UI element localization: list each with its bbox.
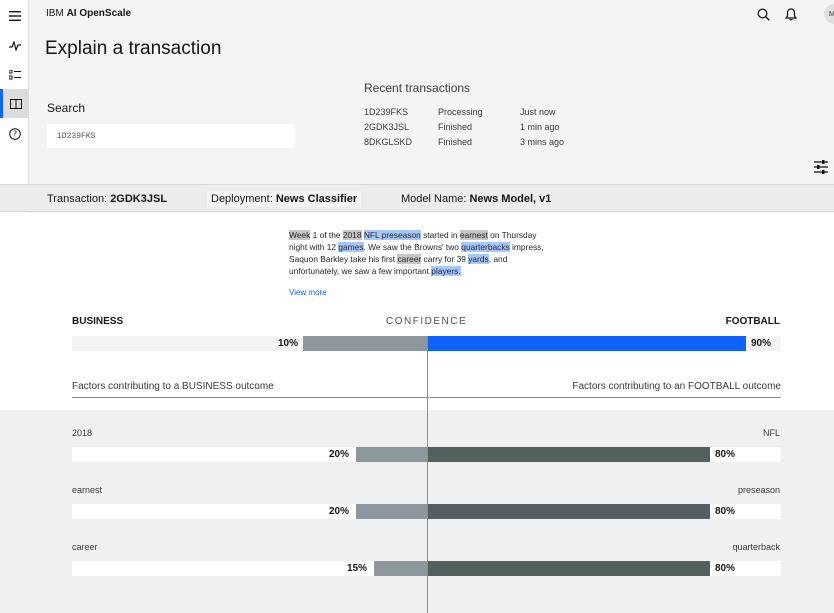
text-segment: carry for 39	[421, 254, 469, 264]
center-axis	[427, 336, 428, 613]
view-more-link[interactable]: View more	[289, 288, 327, 297]
text-segment: . We saw the Browns' two	[363, 242, 462, 252]
business-factor-value: 20%	[328, 506, 349, 517]
recent-row-time: Just now	[520, 107, 556, 117]
football-confidence-value: 90%	[751, 338, 772, 349]
football-factor-bar	[428, 447, 710, 462]
business-factor-label: career	[72, 542, 98, 552]
business-confidence-value: 10%	[277, 338, 298, 349]
highlighted-word[interactable]: earnest	[459, 230, 488, 240]
search-label: Search	[47, 101, 86, 115]
business-confidence-bar	[303, 336, 427, 351]
recent-row-status: Finished	[438, 122, 473, 132]
transaction-text: Week 1 of the 2018 NFL preseason started…	[289, 229, 549, 277]
transaction-info: Transaction: 2GDK3JSL	[47, 193, 168, 205]
business-factor-bar	[374, 561, 427, 576]
highlighted-word[interactable]: games	[338, 242, 364, 252]
football-factor-bar	[428, 504, 710, 519]
business-factor-label: earnest	[72, 485, 103, 495]
recent-row-time: 3 mins ago	[520, 137, 565, 147]
text-segment: started in	[420, 230, 460, 240]
recent-row-time: 1 min ago	[520, 122, 560, 132]
model-info: Model Name: News Model, v1	[401, 193, 552, 205]
business-factor-value: 15%	[346, 563, 367, 574]
football-factors-header: Factors contributing to an FOOTBALL outc…	[572, 381, 781, 392]
football-factor-value: 80%	[715, 449, 736, 460]
business-factor-bar	[356, 504, 427, 519]
business-factor-value: 20%	[328, 449, 349, 460]
football-confidence-bar	[428, 336, 746, 351]
avatar[interactable]: MF	[824, 4, 834, 24]
business-factor-bar	[356, 447, 427, 462]
business-factor-label: 2018	[72, 428, 93, 438]
recent-transactions-title: Recent transactions	[364, 81, 471, 95]
explain-icon[interactable]	[0, 89, 29, 118]
recent-row-id[interactable]: 2GDK3JSL	[364, 122, 409, 132]
highlighted-word[interactable]: Week	[289, 230, 311, 240]
highlighted-word[interactable]: NFL preseason	[363, 230, 421, 240]
football-factor-bar	[428, 561, 710, 576]
football-factor-label: NFL	[762, 428, 780, 438]
business-label: BUSINESS	[72, 316, 124, 327]
recent-row-status: Finished	[438, 137, 473, 147]
help-icon[interactable]: ?	[0, 119, 29, 148]
deployment-info: Deployment: News Classifier	[207, 191, 362, 207]
highlighted-word[interactable]: 2018	[342, 230, 362, 240]
football-factor-value: 80%	[715, 563, 736, 574]
football-factor-label: preseason	[737, 485, 780, 495]
football-factor-label: quarterback	[732, 542, 780, 552]
page-title: Explain a transaction	[45, 38, 222, 59]
activity-icon[interactable]	[0, 31, 29, 60]
highlighted-word[interactable]: players.	[431, 266, 461, 276]
highlighted-word[interactable]: yards	[468, 254, 489, 264]
recent-row-id[interactable]: 8DKGLSKD	[364, 137, 412, 147]
football-label: FOOTBALL	[725, 316, 780, 327]
confidence-label: CONFIDENCE	[386, 316, 468, 327]
top-header: IBM AI OpenScale MF	[29, 0, 834, 28]
recent-row-status: Processing	[438, 107, 483, 117]
business-factors-header: Factors contributing to a BUSINESS outco…	[72, 381, 274, 392]
highlighted-word[interactable]: quarterbacks	[461, 242, 510, 252]
transaction-info-bar: Transaction: 2GDK3JSL Deployment: News C…	[0, 184, 834, 212]
transaction-search-input[interactable]	[47, 124, 295, 148]
football-factor-value: 80%	[715, 506, 736, 517]
notification-icon[interactable]	[783, 6, 799, 22]
recent-row-id[interactable]: 1D239FKS	[364, 107, 408, 117]
svg-text:?: ?	[12, 129, 16, 138]
text-segment: 1 of the	[310, 230, 343, 240]
menu-icon[interactable]	[0, 1, 29, 30]
list-icon[interactable]	[0, 60, 29, 89]
highlighted-word[interactable]: career	[397, 254, 422, 264]
app-brand[interactable]: IBM AI OpenScale	[46, 8, 131, 19]
search-icon[interactable]	[755, 6, 771, 22]
filter-settings-icon[interactable]	[812, 159, 830, 175]
